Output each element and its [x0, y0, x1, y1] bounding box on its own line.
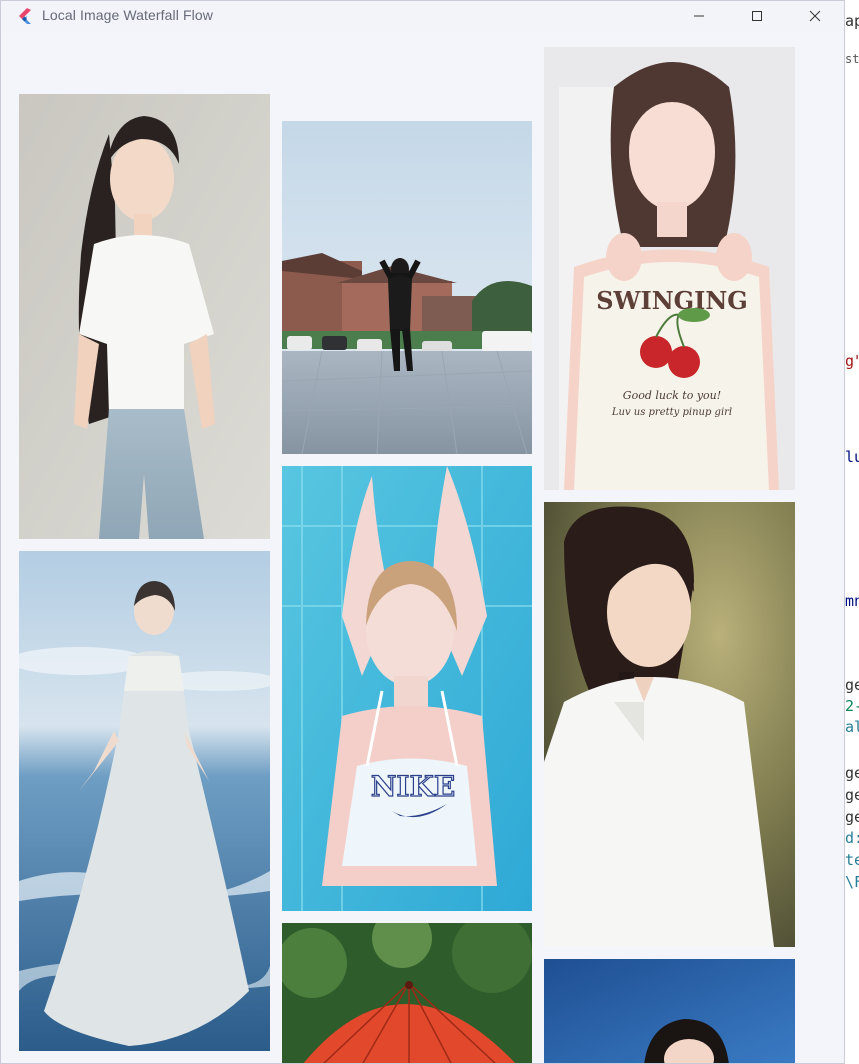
photo-ocean-gown[interactable] — [19, 551, 270, 1051]
photo-swinging-cherry-top[interactable]: SWINGING Good luck to you! Luv us pretty… — [544, 47, 795, 490]
code-fragment: d: — [845, 829, 859, 847]
shirt-print-line2: Luv us pretty pinup girl — [611, 407, 732, 418]
nike-print-text: NIKE — [371, 770, 455, 803]
code-fragment: ge — [845, 786, 859, 804]
shirt-print-line1: Good luck to you! — [623, 389, 721, 402]
photo-blue-background[interactable] — [544, 959, 795, 1063]
minimize-icon — [694, 15, 704, 17]
code-fragment: mn — [845, 592, 859, 610]
code-fragment: ge — [845, 764, 859, 782]
photo-jumping-plaza[interactable] — [282, 121, 532, 454]
code-fragment: \F — [845, 873, 859, 891]
code-fragment: ge — [845, 676, 859, 694]
photo-white-tshirt-jeans[interactable] — [19, 94, 270, 539]
title-bar[interactable]: Local Image Waterfall Flow — [1, 1, 844, 31]
code-fragment: ap — [845, 12, 859, 30]
code-fragment: sto — [845, 52, 859, 66]
window-title: Local Image Waterfall Flow — [42, 7, 213, 23]
minimize-button[interactable] — [671, 1, 727, 31]
background-code-editor: ap sto g" lu mn ge 2- al ge ge ge d: te … — [845, 0, 859, 1064]
close-button[interactable] — [787, 1, 843, 31]
photo-neon-nike-top[interactable]: NIKE — [282, 466, 532, 911]
waterfall-gallery[interactable]: NIKE SWINGING Good luck to you! Luv us p… — [1, 31, 844, 1063]
code-fragment: lu — [845, 448, 859, 466]
photo-red-parasol[interactable] — [282, 923, 532, 1063]
maximize-button[interactable] — [729, 1, 785, 31]
app-window: Local Image Waterfall Flow NIKE SWINGING… — [0, 0, 845, 1064]
code-fragment: 2- — [845, 697, 859, 715]
code-fragment: te — [845, 851, 859, 869]
photo-white-shirt-braid[interactable] — [544, 502, 795, 947]
maximize-icon — [752, 11, 762, 21]
code-fragment: g" — [845, 352, 859, 370]
shirt-print-text: SWINGING — [596, 286, 748, 315]
code-fragment: al — [845, 718, 859, 736]
close-icon — [809, 10, 821, 22]
code-fragment: ge — [845, 808, 859, 826]
flutter-logo-icon — [16, 7, 34, 25]
